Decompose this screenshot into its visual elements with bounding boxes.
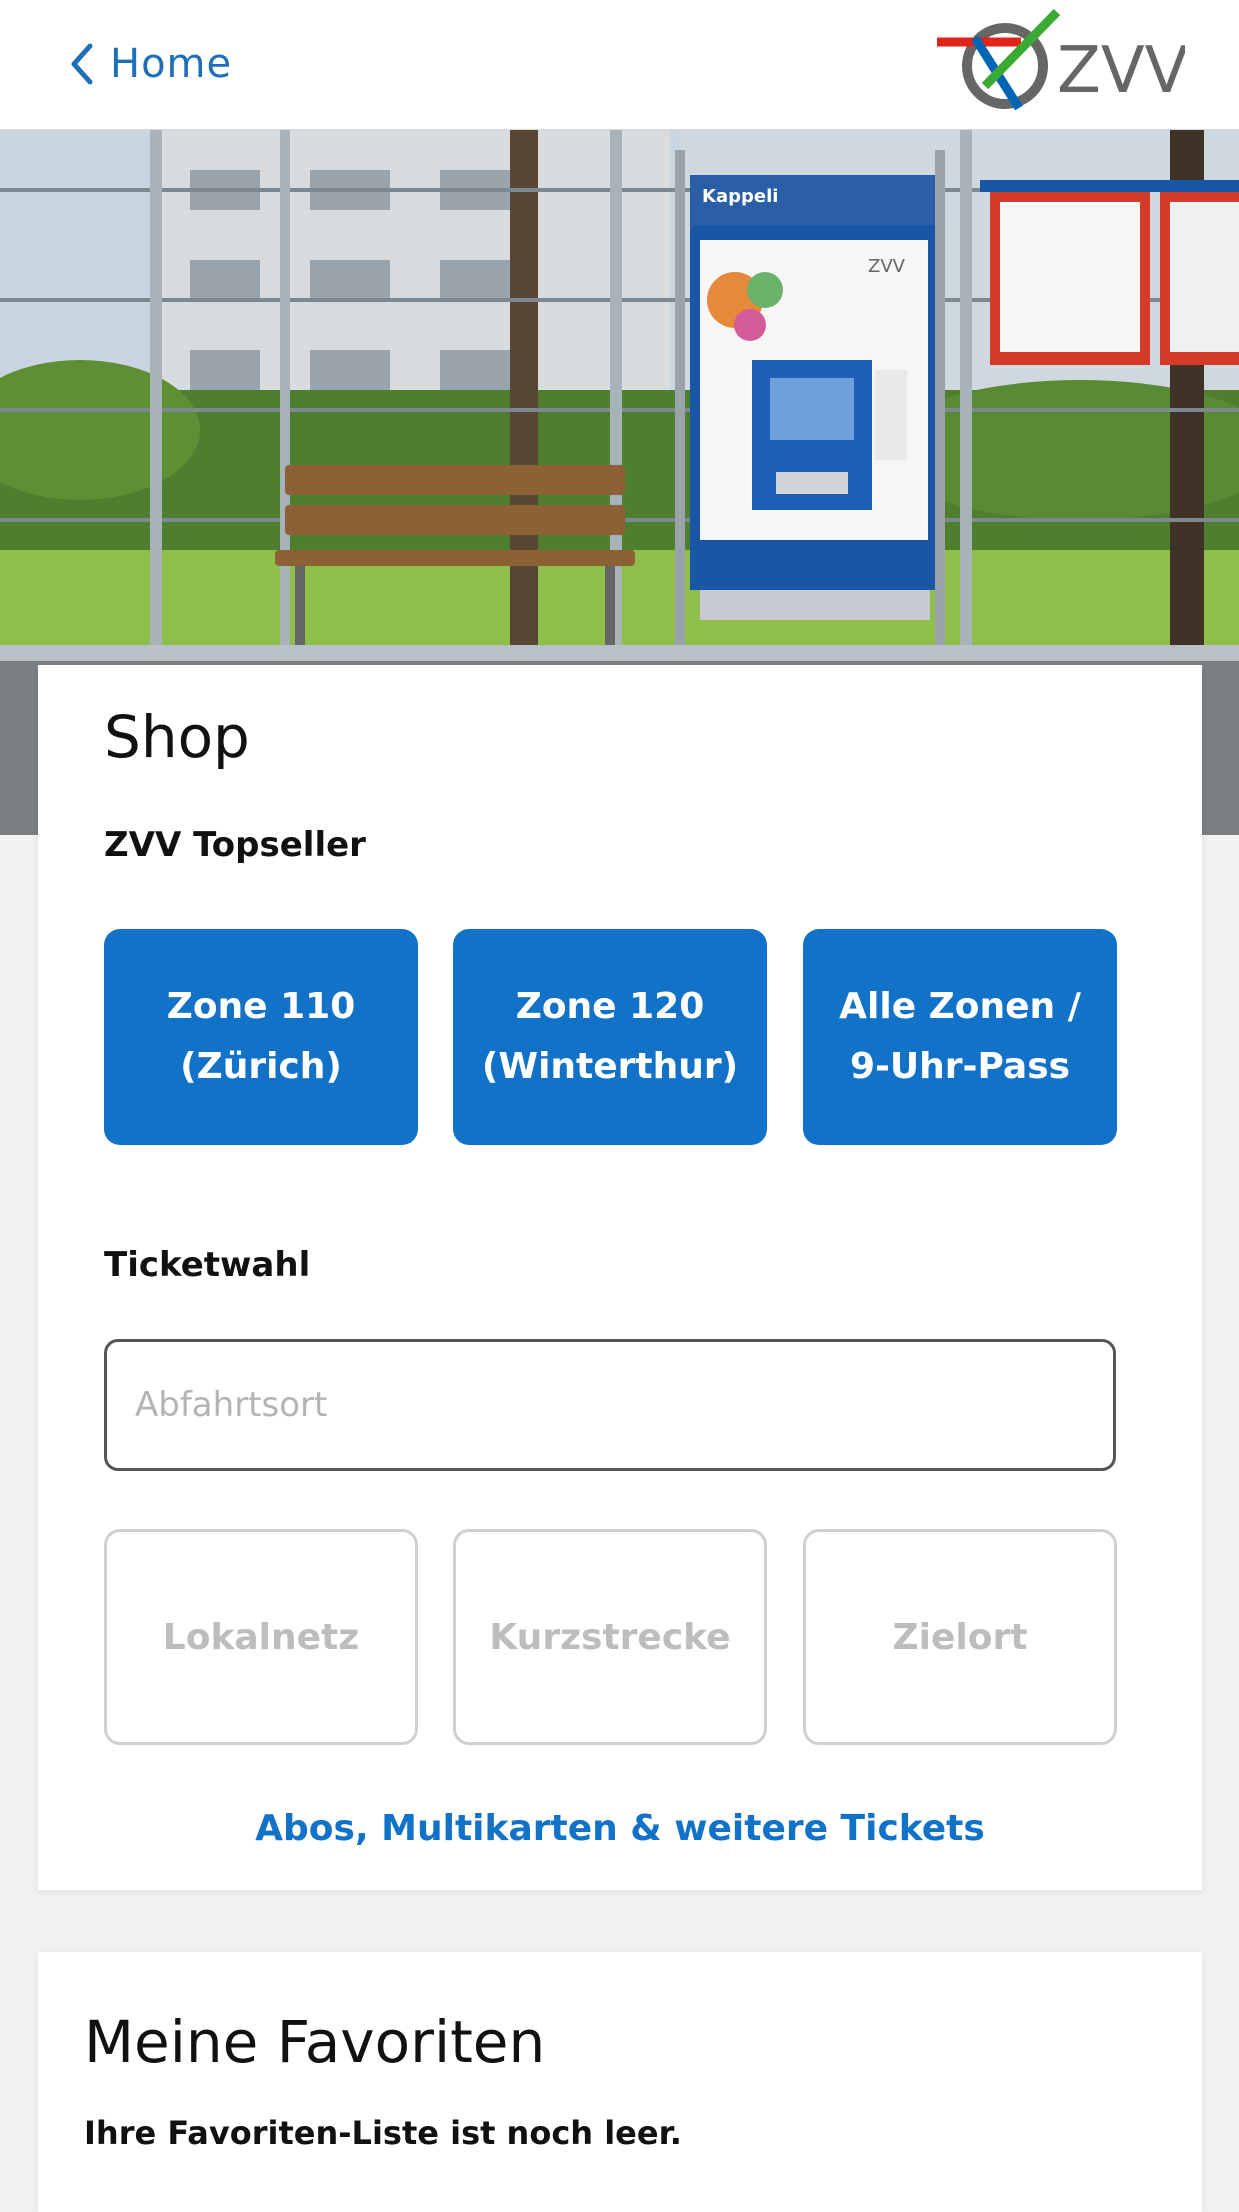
topseller-button-line1: Zone 110	[166, 986, 356, 1027]
favorites-card: Meine Favoriten Ihre Favoriten-Liste ist…	[38, 1952, 1202, 2212]
ticket-type-zielort-button[interactable]: Zielort	[803, 1529, 1117, 1745]
favorites-title: Meine Favoriten	[84, 2008, 546, 2076]
back-button-label: Home	[110, 41, 233, 87]
departure-input[interactable]	[104, 1339, 1116, 1471]
ticket-type-label: Lokalnetz	[162, 1616, 360, 1658]
topseller-button-line2: (Zürich)	[180, 1046, 342, 1087]
topseller-heading: ZVV Topseller	[104, 825, 366, 865]
back-button[interactable]: Home	[66, 36, 232, 92]
ticket-type-label: Zielort	[892, 1616, 1028, 1658]
top-navigation-bar: Home ZVV	[0, 0, 1239, 130]
favorites-empty-text: Ihre Favoriten-Liste ist noch leer.	[84, 2114, 682, 2152]
topseller-button-zone-110[interactable]: Zone 110 (Zürich)	[104, 929, 418, 1145]
ticket-type-kurzstrecke-button[interactable]: Kurzstrecke	[453, 1529, 767, 1745]
ticket-type-lokalnetz-button[interactable]: Lokalnetz	[104, 1529, 418, 1745]
ticketwahl-heading: Ticketwahl	[104, 1245, 311, 1285]
topseller-button-line2: 9-Uhr-Pass	[849, 1046, 1071, 1087]
topseller-button-line2: (Winterthur)	[481, 1046, 739, 1087]
topseller-button-line1: Zone 120	[515, 986, 705, 1027]
shop-card: Shop ZVV Topseller Zone 110 (Zürich) Zon…	[38, 665, 1202, 1890]
ticket-type-label: Kurzstrecke	[489, 1616, 731, 1658]
machine-logo-text: ZVV	[868, 256, 906, 277]
chevron-left-icon	[71, 43, 93, 85]
topseller-button-zone-120[interactable]: Zone 120 (Winterthur)	[453, 929, 767, 1145]
zvv-logo: ZVV	[937, 8, 1185, 111]
topseller-button-all-zones[interactable]: Alle Zonen / 9-Uhr-Pass	[803, 929, 1117, 1145]
shop-title: Shop	[104, 703, 250, 771]
more-tickets-link[interactable]: Abos, Multikarten & weitere Tickets	[38, 1808, 1202, 1849]
topseller-button-line1: Alle Zonen /	[839, 986, 1081, 1027]
station-sign-text: Kappeli	[702, 186, 778, 207]
logo-text: ZVV	[1057, 34, 1185, 108]
